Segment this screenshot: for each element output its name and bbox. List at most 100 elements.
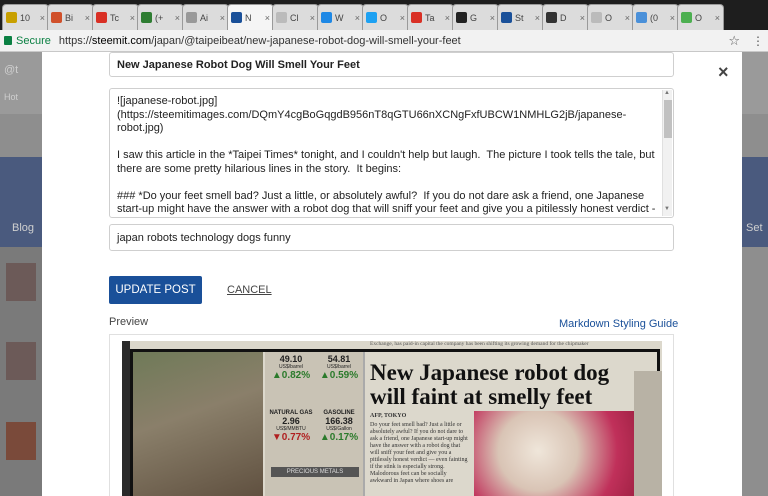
preview-photo: PRECIOUS METALS 49.10 US$/barrel ▲0.82% 54.… bbox=[122, 341, 662, 496]
tab-title: O bbox=[380, 12, 388, 23]
page-icon bbox=[546, 12, 557, 23]
tab-title: O bbox=[605, 12, 613, 23]
browser-tab[interactable]: (+ × bbox=[137, 4, 184, 30]
close-icon[interactable]: × bbox=[718, 62, 729, 83]
page-icon bbox=[186, 12, 197, 23]
browser-tab-strip: 10 × Bi × Tc × (+ × Ai × N × Cl × W × O × Ta × G × St × D × O × (0 × O… bbox=[0, 0, 768, 30]
bookmark-star-icon[interactable]: ☆ bbox=[728, 33, 740, 49]
green-icon bbox=[681, 12, 692, 23]
news-headline: New Japanese robot dog will faint at sme… bbox=[370, 360, 610, 409]
quote-value: 54.81 bbox=[327, 354, 351, 364]
tab-close-icon[interactable]: × bbox=[715, 13, 720, 23]
tab-title: Tc bbox=[110, 12, 119, 23]
update-post-button[interactable]: UPDATE POST bbox=[109, 276, 202, 304]
browser-tab[interactable]: (0 × bbox=[632, 4, 679, 30]
news-photo-robot-dog bbox=[474, 411, 634, 496]
browser-tab[interactable]: Cl × bbox=[272, 4, 319, 30]
gmail-icon bbox=[96, 12, 107, 23]
diamond-icon bbox=[321, 12, 332, 23]
quote-change: 0.59% bbox=[329, 370, 359, 381]
tab-title: 10 bbox=[20, 12, 31, 23]
scroll-up-icon[interactable]: ▲ bbox=[664, 90, 670, 96]
browser-tab[interactable]: W × bbox=[317, 4, 364, 30]
precious-metals-bar: PRECIOUS METALS bbox=[271, 467, 359, 477]
commodity-quotes-panel: PRECIOUS METALS 49.10 US$/barrel ▲0.82% 54.… bbox=[265, 352, 365, 496]
post-body-textarea[interactable]: ![japanese-robot.jpg](https://steemitima… bbox=[109, 88, 674, 218]
bg-settings-label: Set bbox=[746, 222, 763, 234]
address-bar[interactable]: Secure https://steemit.com/japan/@taipei… bbox=[0, 30, 768, 52]
browser-tab[interactable]: O × bbox=[362, 4, 409, 30]
preview-label: Preview bbox=[109, 316, 149, 328]
tab-close-icon[interactable]: × bbox=[445, 13, 450, 23]
tab-close-icon[interactable]: × bbox=[130, 13, 135, 23]
tab-close-icon[interactable]: × bbox=[175, 13, 180, 23]
browser-tab[interactable]: N × bbox=[227, 4, 274, 30]
tab-close-icon[interactable]: × bbox=[220, 13, 225, 23]
tab-close-icon[interactable]: × bbox=[670, 13, 675, 23]
browser-tab[interactable]: D × bbox=[542, 4, 589, 30]
browser-tab[interactable]: Bi × bbox=[47, 4, 94, 30]
browser-tab[interactable]: Ta × bbox=[407, 4, 454, 30]
quote-change: 0.17% bbox=[329, 432, 359, 443]
scroll-thumb[interactable] bbox=[664, 100, 672, 138]
tab-close-icon[interactable]: × bbox=[310, 13, 315, 23]
tab-close-icon[interactable]: × bbox=[490, 13, 495, 23]
tab-title: O bbox=[695, 12, 703, 23]
tab-title: (+ bbox=[155, 12, 164, 23]
tab-close-icon[interactable]: × bbox=[625, 13, 630, 23]
app-icon bbox=[636, 12, 647, 23]
tab-close-icon[interactable]: × bbox=[85, 13, 90, 23]
bg-left-column bbox=[0, 247, 42, 496]
preview-panel: PRECIOUS METALS 49.10 US$/barrel ▲0.82% 54.… bbox=[109, 334, 674, 496]
browser-tab[interactable]: O × bbox=[587, 4, 634, 30]
browser-tab[interactable]: 10 × bbox=[2, 4, 49, 30]
tab-close-icon[interactable]: × bbox=[40, 13, 45, 23]
post-title-input[interactable]: New Japanese Robot Dog Will Smell Your F… bbox=[109, 52, 674, 77]
bg-blog-label: Blog bbox=[12, 222, 35, 234]
browser-tab[interactable]: G × bbox=[452, 4, 499, 30]
globe-icon bbox=[591, 12, 602, 23]
markdown-guide-link[interactable]: Markdown Styling Guide bbox=[559, 318, 678, 330]
browser-tab[interactable]: St × bbox=[497, 4, 544, 30]
tab-close-icon[interactable]: × bbox=[580, 13, 585, 23]
body-scrollbar[interactable]: ▲ ▼ bbox=[662, 90, 672, 216]
news-right-column bbox=[634, 371, 662, 496]
quote-change: 0.77% bbox=[281, 432, 311, 443]
browser-tab[interactable]: Ai × bbox=[182, 4, 229, 30]
crown-icon bbox=[6, 12, 17, 23]
commodity-quote: GASOLINE 166.38 US$/Gallon ▲0.17% bbox=[317, 410, 361, 443]
tab-title: W bbox=[335, 12, 344, 23]
url-text[interactable]: https://steemit.com/japan/@taipeibeat/ne… bbox=[59, 35, 728, 47]
tab-title: St bbox=[515, 12, 524, 23]
tab-title: G bbox=[470, 12, 478, 23]
tags-input[interactable]: japan robots technology dogs funny bbox=[109, 224, 674, 251]
tab-title: Ai bbox=[200, 12, 209, 23]
globe-icon bbox=[276, 12, 287, 23]
gmail-icon bbox=[411, 12, 422, 23]
tab-close-icon[interactable]: × bbox=[535, 13, 540, 23]
browser-menu-icon[interactable]: ⋮ bbox=[752, 34, 764, 48]
newspaper-top-strip: Exchange, has paid-in capital the compan… bbox=[370, 341, 589, 347]
cancel-button[interactable]: CANCEL bbox=[227, 284, 272, 296]
arrow-down-icon: ▼ bbox=[271, 432, 282, 443]
tab-close-icon[interactable]: × bbox=[355, 13, 360, 23]
commodity-quote: 54.81 US$/barrel ▲0.59% bbox=[317, 354, 361, 381]
tab-title: Ta bbox=[425, 12, 435, 23]
quote-value: 166.38 bbox=[325, 416, 353, 426]
browser-tab[interactable]: O × bbox=[677, 4, 724, 30]
quote-value: 2.96 bbox=[282, 416, 300, 426]
commodity-quote: 49.10 US$/barrel ▲0.82% bbox=[269, 354, 313, 381]
browser-tab[interactable]: Tc × bbox=[92, 4, 139, 30]
bg-sub-label: Hot bbox=[4, 92, 19, 102]
commodity-quote: NATURAL GAS 2.96 US$/MMBTU ▼0.77% bbox=[269, 410, 313, 443]
scroll-down-icon[interactable]: ▼ bbox=[664, 206, 670, 212]
quote-change: 0.82% bbox=[281, 370, 311, 381]
tab-title: Bi bbox=[65, 12, 74, 23]
steemit-icon bbox=[231, 12, 242, 23]
twitter-icon bbox=[366, 12, 377, 23]
arrow-up-icon: ▲ bbox=[271, 370, 282, 381]
tab-title: D bbox=[560, 12, 567, 23]
tab-close-icon[interactable]: × bbox=[265, 13, 270, 23]
tab-close-icon[interactable]: × bbox=[400, 13, 405, 23]
bookmark-icon bbox=[456, 12, 467, 23]
